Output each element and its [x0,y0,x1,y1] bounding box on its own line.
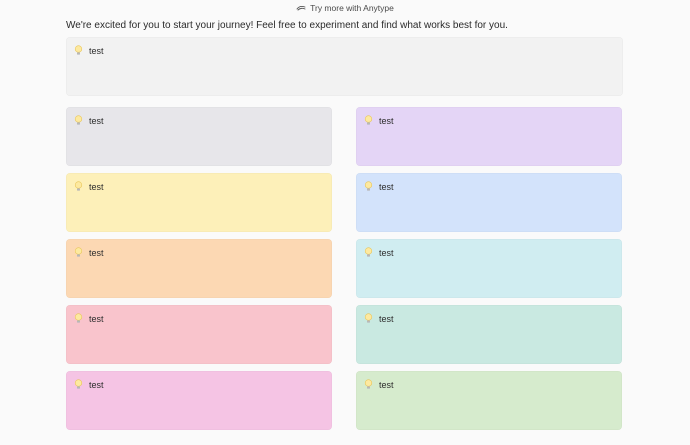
callout-pink[interactable]: test [66,371,332,430]
callout-text[interactable]: test [89,182,104,192]
callout-text[interactable]: test [89,116,104,126]
callout-green[interactable]: test [356,305,622,364]
lightbulb-icon [364,247,373,257]
promo-link[interactable]: Try more with Anytype [0,0,690,16]
callout-teal[interactable]: test [356,239,622,298]
lightbulb-icon [364,181,373,191]
callout-text[interactable]: test [89,248,104,258]
lightbulb-icon [364,313,373,323]
lightbulb-icon [74,247,83,257]
callout-lime[interactable]: test [356,371,622,430]
callout-red[interactable]: test [66,305,332,364]
callout-gray[interactable]: test [66,107,332,166]
callout-blue[interactable]: test [356,173,622,232]
callout-text[interactable]: test [89,314,104,324]
lightbulb-icon [364,115,373,125]
lightbulb-icon [74,313,83,323]
callout-text[interactable]: test [379,248,394,258]
lightbulb-icon [74,181,83,191]
lightbulb-icon [74,115,83,125]
sparkle-icon [296,5,306,11]
lightbulb-icon [74,379,83,389]
callout-orange[interactable]: test [66,239,332,298]
callout-text[interactable]: test [379,182,394,192]
callout-yellow[interactable]: test [66,173,332,232]
callout-text[interactable]: test [89,46,104,56]
callout-text[interactable]: test [379,116,394,126]
callout-text[interactable]: test [379,380,394,390]
callout-purple[interactable]: test [356,107,622,166]
callout-text[interactable]: test [379,314,394,324]
promo-label: Try more with Anytype [310,3,394,13]
lightbulb-icon [364,379,373,389]
lightbulb-icon [74,45,83,55]
intro-text: We're excited for you to start your jour… [66,20,508,31]
callout-text[interactable]: test [89,380,104,390]
callout-gray-full[interactable]: test [66,37,623,96]
